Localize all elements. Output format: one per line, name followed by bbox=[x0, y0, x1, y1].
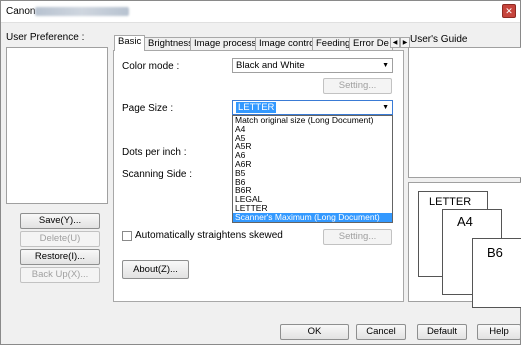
page-size-label: Page Size : bbox=[122, 103, 174, 114]
tab-feeding[interactable]: Feeding bbox=[312, 37, 355, 50]
page-size-option-selected[interactable]: Scanner's Maximum (Long Document) bbox=[233, 212, 392, 222]
preview-sheet-b6: B6 bbox=[472, 238, 521, 308]
chevron-down-icon: ▼ bbox=[382, 104, 389, 111]
auto-straighten-checkbox[interactable] bbox=[122, 231, 132, 241]
color-mode-select[interactable]: Black and White ▼ bbox=[232, 58, 393, 73]
tab-basic[interactable]: Basic bbox=[114, 35, 146, 51]
page-size-preview: LETTER A4 B6 bbox=[408, 182, 521, 308]
page-size-option[interactable]: B5 bbox=[233, 168, 392, 178]
about-button[interactable]: About(Z)... bbox=[122, 260, 189, 279]
title-bar: Canon ✕ bbox=[1, 1, 520, 23]
ok-button[interactable]: OK bbox=[280, 324, 349, 340]
page-size-option[interactable]: A4 bbox=[233, 124, 392, 134]
delete-button[interactable]: Delete(U) bbox=[20, 231, 100, 247]
color-mode-value: Black and White bbox=[236, 60, 305, 71]
user-preference-label: User Preference : bbox=[6, 32, 85, 43]
chevron-down-icon: ▼ bbox=[382, 62, 389, 69]
preview-sheet-b6-label: B6 bbox=[487, 245, 503, 260]
close-icon: ✕ bbox=[505, 6, 513, 16]
redacted-model-name bbox=[35, 7, 129, 16]
page-size-value: LETTER bbox=[236, 102, 277, 113]
page-size-option[interactable]: A6R bbox=[233, 160, 392, 169]
page-size-option[interactable]: B6 bbox=[233, 177, 392, 187]
page-size-dropdown: Match original size (Long Document) A4 A… bbox=[232, 115, 393, 223]
tab-error-detection[interactable]: Error De bbox=[349, 37, 393, 50]
tab-scroll-left-icon[interactable]: ◀ bbox=[390, 37, 400, 48]
page-size-option[interactable]: A6 bbox=[233, 151, 392, 160]
scanner-settings-window: Canon ✕ User Preference : Save(Y)... Del… bbox=[0, 0, 521, 345]
page-size-option[interactable]: Match original size (Long Document) bbox=[233, 116, 392, 125]
auto-straighten-setting-button[interactable]: Setting... bbox=[323, 229, 392, 245]
help-button[interactable]: Help bbox=[477, 324, 521, 340]
preview-sheet-a4-label: A4 bbox=[457, 214, 473, 229]
cancel-button[interactable]: Cancel bbox=[356, 324, 406, 340]
color-mode-setting-button[interactable]: Setting... bbox=[323, 78, 392, 94]
close-button[interactable]: ✕ bbox=[502, 4, 516, 18]
user-preference-list[interactable] bbox=[6, 47, 108, 204]
users-guide-panel[interactable] bbox=[408, 47, 521, 178]
page-size-select[interactable]: LETTER ▼ bbox=[232, 100, 393, 115]
users-guide-label: User's Guide bbox=[410, 34, 468, 45]
page-size-option[interactable]: A5 bbox=[233, 133, 392, 143]
preview-sheet-letter-label: LETTER bbox=[429, 196, 472, 208]
save-button[interactable]: Save(Y)... bbox=[20, 213, 100, 229]
tab-image-control[interactable]: Image control bbox=[255, 37, 321, 50]
color-mode-label: Color mode : bbox=[122, 61, 180, 72]
scanning-side-label: Scanning Side : bbox=[122, 169, 193, 180]
tab-brightness[interactable]: Brightness bbox=[144, 37, 197, 50]
page-size-option[interactable]: A5R bbox=[233, 142, 392, 151]
backup-button[interactable]: Back Up(X)... bbox=[20, 267, 100, 283]
window-title: Canon bbox=[6, 6, 36, 17]
auto-straighten-label: Automatically straightens skewed bbox=[135, 230, 283, 241]
dpi-label: Dots per inch : bbox=[122, 147, 187, 158]
default-button[interactable]: Default bbox=[417, 324, 467, 340]
restore-button[interactable]: Restore(I)... bbox=[20, 249, 100, 265]
